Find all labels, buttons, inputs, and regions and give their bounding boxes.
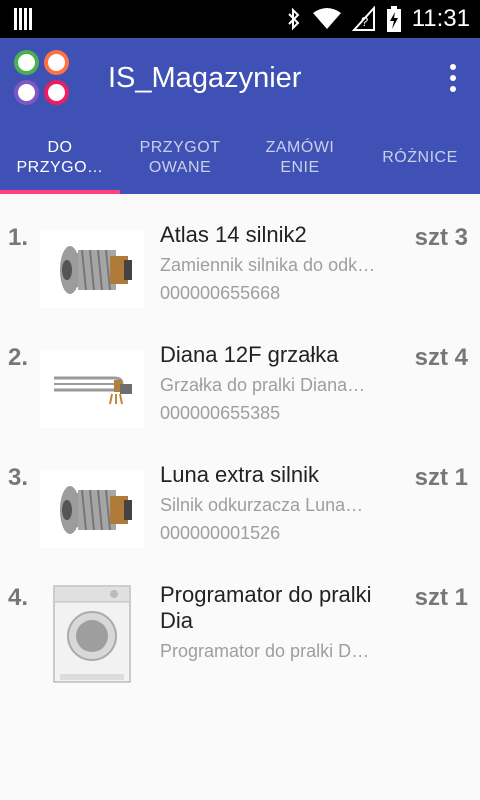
item-quantity: szt 3 bbox=[414, 224, 468, 251]
item-code: 000000655668 bbox=[160, 283, 281, 303]
tab-label: DO PRZYGO… bbox=[16, 139, 104, 176]
list-item[interactable]: 2. Diana 12F grzałka Grzałka do pralki D… bbox=[0, 314, 480, 434]
clock-time: 11:31 bbox=[411, 5, 470, 32]
item-description: Programator do pralki D… bbox=[160, 641, 370, 661]
item-index: 1. bbox=[8, 224, 29, 251]
app-logo-icon bbox=[14, 50, 72, 108]
app-title: IS_Magazynier bbox=[108, 62, 302, 94]
tab-roznice[interactable]: RÓŻNICE bbox=[360, 122, 480, 194]
washer-image bbox=[40, 585, 144, 683]
tab-bar: DO PRZYGO… PRZYGOT OWANE ZAMÓWI ENIE RÓŻ… bbox=[0, 122, 480, 194]
list-item[interactable]: 1. Atlas 14 silnik2 Zamiennik silnika do… bbox=[0, 194, 480, 314]
motor-image bbox=[40, 470, 144, 548]
item-quantity: szt 1 bbox=[414, 584, 468, 611]
item-name: Luna extra silnik bbox=[160, 462, 319, 487]
item-description: Silnik odkurzacza Luna… bbox=[160, 495, 364, 515]
item-description: Zamiennik silnika do odk… bbox=[160, 255, 376, 275]
item-index: 3. bbox=[8, 464, 29, 491]
tab-label: PRZYGOT OWANE bbox=[139, 139, 221, 176]
item-name: Atlas 14 silnik2 bbox=[160, 222, 307, 247]
bluetooth-icon bbox=[288, 7, 300, 31]
wifi-icon bbox=[312, 8, 341, 29]
svg-text:?: ? bbox=[361, 14, 368, 29]
battery-charging-icon bbox=[386, 6, 401, 32]
item-code: 000000655385 bbox=[160, 403, 281, 423]
notification-icon bbox=[14, 8, 32, 30]
tab-label: ZAMÓWI ENIE bbox=[265, 139, 335, 176]
item-code: 000000001526 bbox=[160, 523, 281, 543]
item-name: Programator do pralki Dia bbox=[160, 582, 372, 633]
item-index: 2. bbox=[8, 344, 29, 371]
item-quantity: szt 1 bbox=[414, 464, 468, 491]
no-sim-icon: ? bbox=[351, 6, 375, 31]
list-item[interactable]: 4. Programator do pralki Dia Programator… bbox=[0, 554, 480, 683]
item-description: Grzałka do pralki Diana… bbox=[160, 375, 366, 395]
tab-label: RÓŻNICE bbox=[382, 149, 458, 166]
tab-do-przygotowania[interactable]: DO PRZYGO… bbox=[0, 122, 120, 194]
app-bar: IS_Magazynier bbox=[0, 38, 480, 122]
motor-image bbox=[40, 230, 144, 308]
item-name: Diana 12F grzałka bbox=[160, 342, 339, 367]
list-item[interactable]: 3. Luna extra silnik Silnik odkurzacza L… bbox=[0, 434, 480, 554]
more-vert-icon[interactable] bbox=[448, 64, 458, 96]
tab-zamowienie[interactable]: ZAMÓWI ENIE bbox=[240, 122, 360, 194]
item-quantity: szt 4 bbox=[414, 344, 468, 371]
tab-przygotowane[interactable]: PRZYGOT OWANE bbox=[120, 122, 240, 194]
heater-image bbox=[40, 350, 144, 428]
status-bar: ? 11:31 bbox=[0, 0, 480, 38]
item-index: 4. bbox=[8, 584, 29, 611]
